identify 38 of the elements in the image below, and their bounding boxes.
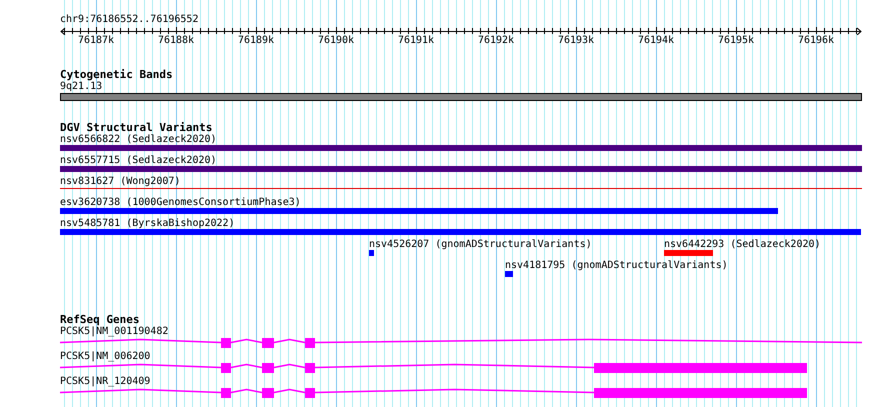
tick-label: 76188k [158, 35, 194, 47]
gene-model-drawing[interactable] [60, 363, 807, 373]
variant-label: nsv6566822 (Sedlazeck2020) [60, 134, 217, 145]
tick-label: 76190k [318, 35, 354, 47]
variant-label: nsv4181795 (gnomADStructuralVariants) [505, 260, 728, 271]
cytoband-label: 9q21.13 [60, 81, 102, 93]
variant-label: nsv4526207 (gnomADStructuralVariants) [369, 239, 592, 250]
tick-label: 76191k [398, 35, 434, 47]
variant-label: esv3620738 (1000GenomesConsortiumPhase3) [60, 197, 301, 208]
variant-label: nsv5485781 (ByrskaBishop2022) [60, 218, 235, 229]
cytoband-bar[interactable] [60, 93, 862, 101]
variant-bar[interactable] [60, 145, 862, 151]
track-title: Cytogenetic Bands [60, 69, 173, 81]
variant-label: nsv831627 (Wong2007) [60, 176, 180, 187]
variant-bar[interactable] [505, 271, 513, 277]
tick-label: 76187k [78, 35, 114, 47]
location-label: chr9:76186552..76196552 [60, 14, 198, 26]
gene-model-drawing[interactable] [60, 338, 862, 348]
gene-model-drawing[interactable] [60, 388, 807, 398]
tick-label: 76195k [718, 35, 754, 47]
variant-bar[interactable] [60, 166, 862, 172]
track-title: DGV Structural Variants [60, 122, 212, 134]
variant-bar[interactable] [664, 250, 713, 256]
gene-label: PCSK5|NM_006200 [60, 351, 150, 363]
tick-label: 76193k [558, 35, 594, 47]
variant-line[interactable] [60, 188, 862, 189]
tick-label: 76196k [798, 35, 834, 47]
tick-label: 76194k [638, 35, 674, 47]
variant-label: nsv6557715 (Sedlazeck2020) [60, 155, 217, 166]
gene-label: PCSK5|NM_001190482 [60, 326, 168, 338]
gene-label: PCSK5|NR_120409 [60, 376, 150, 388]
track-title: RefSeq Genes [60, 314, 140, 326]
tick-label: 76192k [478, 35, 514, 47]
variant-bar[interactable] [60, 208, 778, 214]
variant-bar[interactable] [369, 250, 374, 256]
variant-label: nsv6442293 (Sedlazeck2020) [664, 239, 821, 250]
tick-label: 76189k [238, 35, 274, 47]
variant-bar[interactable] [60, 229, 861, 235]
